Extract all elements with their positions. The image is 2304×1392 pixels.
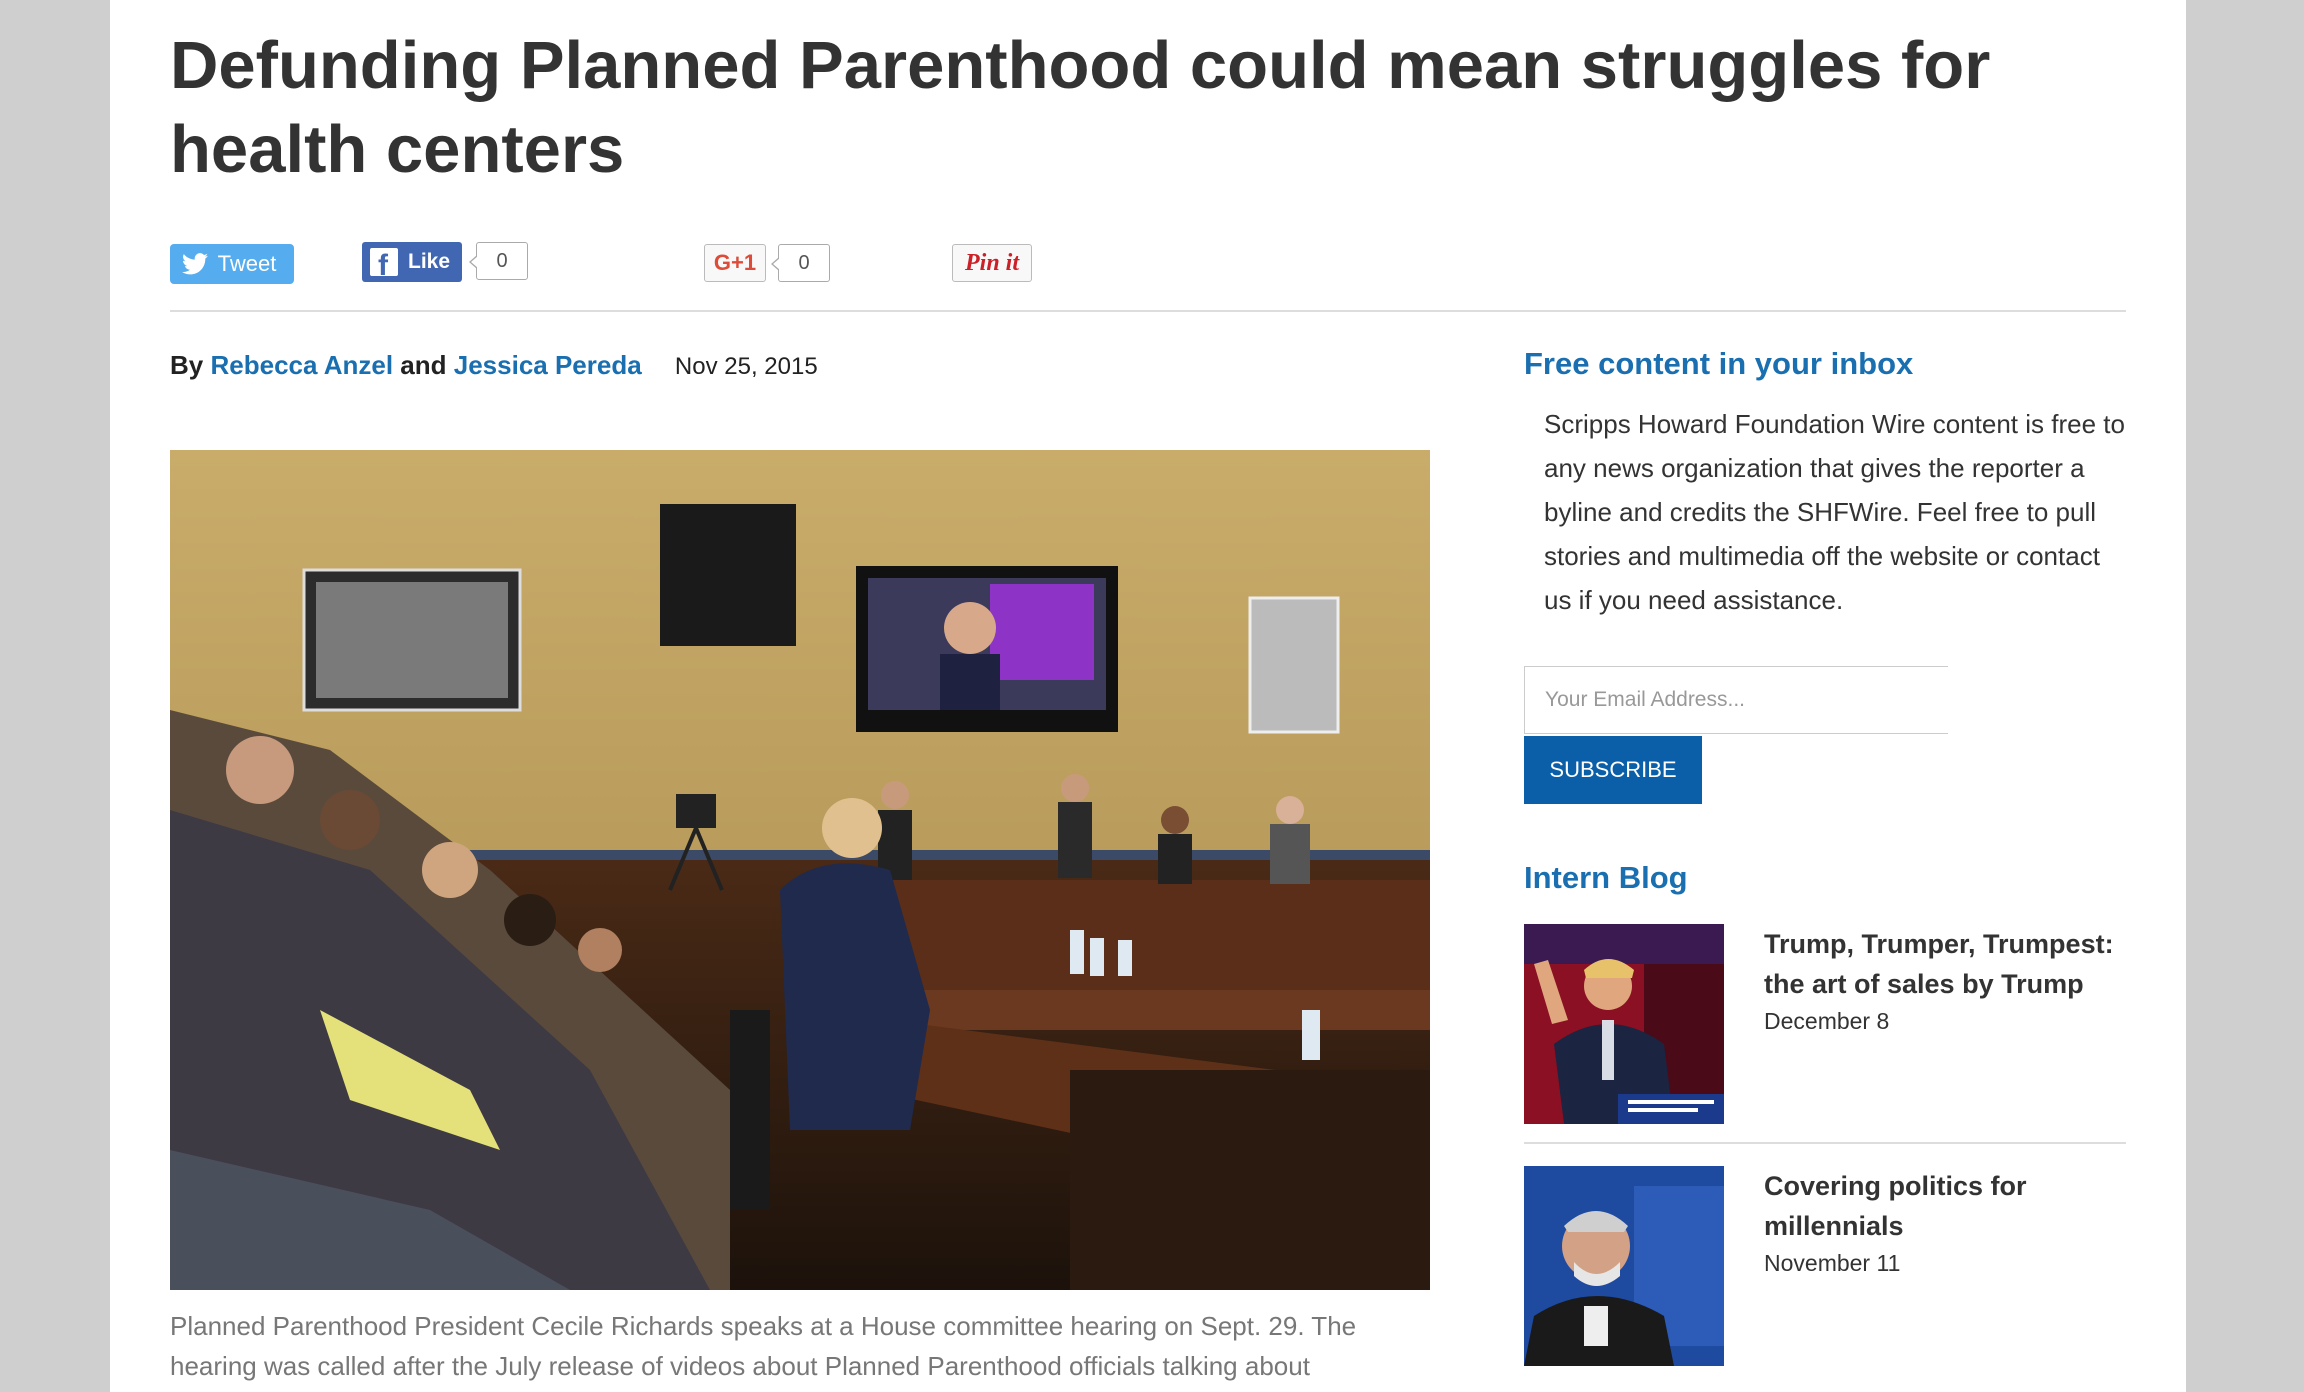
subscribe-button[interactable]: SUBSCRIBE <box>1524 736 1702 804</box>
article-title: Defunding Planned Parenthood could mean … <box>170 28 1991 187</box>
newsletter-description: Scripps Howard Foundation Wire content i… <box>1544 409 2125 615</box>
tweet-button[interactable]: Tweet <box>170 244 294 284</box>
social-share-bar: Tweet f Like 0 G+1 0 Pin it <box>170 240 2070 284</box>
google-plus-button[interactable]: G+1 <box>704 244 766 282</box>
article-page: Defunding Planned Parenthood could mean … <box>110 0 2186 1392</box>
blog-date: December 8 <box>1764 1008 1890 1034</box>
byline-prefix: By <box>170 350 204 380</box>
blog-title[interactable]: Covering politics for millennials <box>1764 1166 2126 1246</box>
header-divider <box>170 310 2126 312</box>
intern-blog-heading[interactable]: Intern Blog <box>1524 858 1688 898</box>
pinterest-button[interactable]: Pin it <box>952 244 1032 282</box>
blog-divider <box>1524 1142 2126 1144</box>
publish-date: Nov 25, 2015 <box>674 353 818 380</box>
trump-speech-photo <box>1524 924 1724 1124</box>
tweet-label: Tweet <box>217 251 277 276</box>
email-input[interactable] <box>1524 666 1948 734</box>
blog-thumbnail-trump[interactable] <box>1524 924 1724 1124</box>
facebook-icon: f <box>370 248 398 282</box>
author-link-anzel[interactable]: Rebecca Anzel <box>210 350 393 380</box>
blog-item[interactable]: Trump, Trumper, Trumpest: the art of sal… <box>1524 924 2126 1128</box>
twitter-bird-icon <box>182 253 208 275</box>
blog-text: Covering politics for millennials Novemb… <box>1764 1166 2126 1277</box>
newsletter-heading: Free content in your inbox <box>1524 346 1914 381</box>
blog-thumbnail-politics[interactable] <box>1524 1166 1724 1366</box>
byline: By Rebecca Anzel and Jessica Pereda Nov … <box>170 350 818 381</box>
article-photo <box>170 450 1430 1290</box>
panel-speaker-photo <box>1524 1166 1724 1366</box>
gplus-count: 0 <box>771 244 830 282</box>
blog-date: November 11 <box>1764 1250 1901 1276</box>
like-label: Like <box>408 250 451 273</box>
like-count: 0 <box>469 242 528 280</box>
sidebar: Free content in your inbox Scripps Howar… <box>1524 344 2126 1366</box>
hearing-room-illustration <box>170 450 1430 1290</box>
byline-and: and <box>400 350 447 380</box>
facebook-like-button[interactable]: f Like <box>362 242 462 282</box>
author-link-pereda[interactable]: Jessica Pereda <box>454 350 642 380</box>
photo-caption: Planned Parenthood President Cecile Rich… <box>170 1311 1357 1381</box>
blog-item[interactable]: Covering politics for millennials Novemb… <box>1524 1166 2126 1370</box>
blog-text: Trump, Trumper, Trumpest: the art of sal… <box>1764 924 2126 1035</box>
blog-title[interactable]: Trump, Trumper, Trumpest: the art of sal… <box>1764 924 2126 1004</box>
